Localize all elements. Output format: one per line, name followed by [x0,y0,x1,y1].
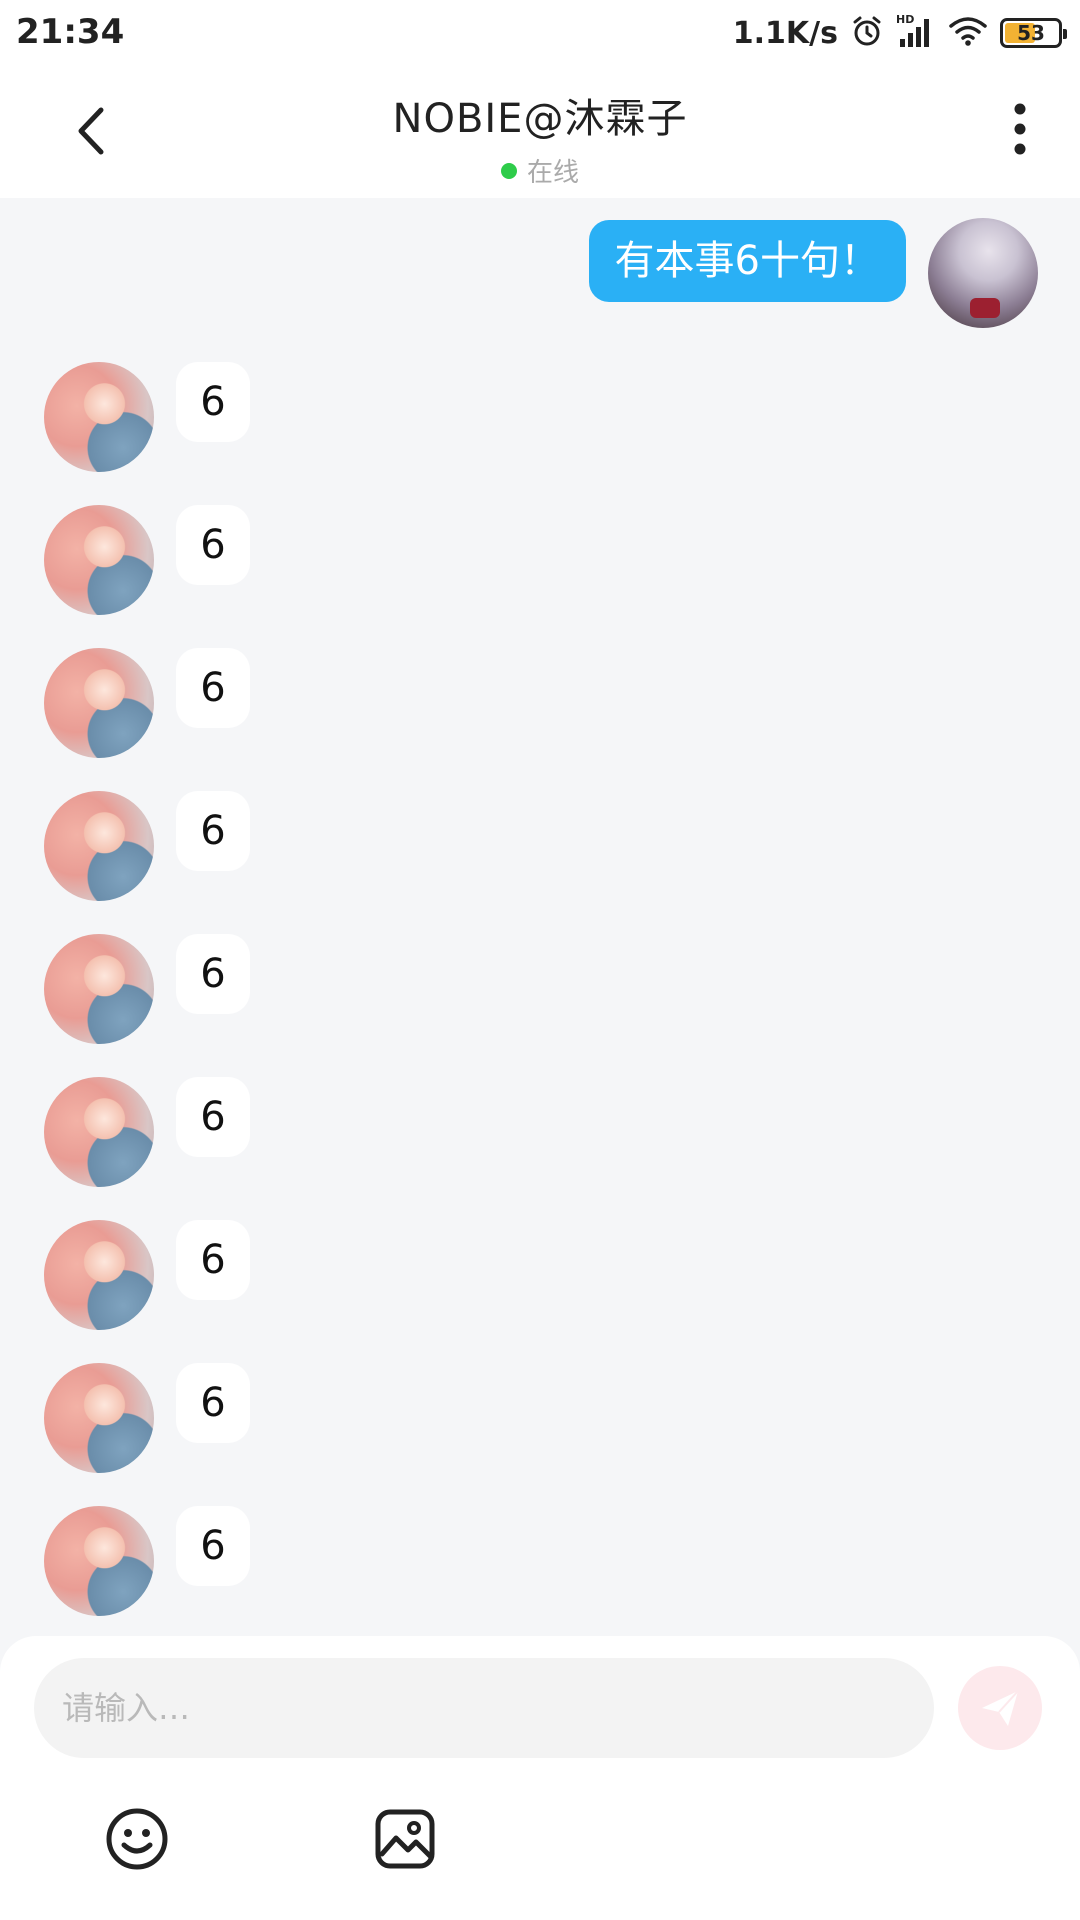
incoming-message: 6 [44,1506,250,1616]
contact-avatar[interactable] [44,934,154,1044]
smiley-icon [106,1808,168,1870]
incoming-message: 6 [44,648,250,758]
incoming-bubble[interactable]: 6 [176,1077,250,1157]
svg-text:HD: HD [896,13,914,26]
incoming-bubble[interactable]: 6 [176,1363,250,1443]
contact-avatar[interactable] [44,648,154,758]
send-button[interactable] [958,1666,1042,1750]
incoming-message: 6 [44,791,250,901]
image-icon [375,1809,435,1869]
incoming-bubble[interactable]: 6 [176,1220,250,1300]
composer-panel [0,1636,1080,1920]
emoji-button[interactable] [102,1804,172,1874]
incoming-message: 6 [44,934,250,1044]
battery-icon: 53 [1000,18,1067,48]
alarm-icon [850,14,884,52]
contact-avatar[interactable] [44,1506,154,1616]
more-options-button[interactable] [990,94,1050,164]
more-vertical-icon [1014,103,1026,155]
presence-label: 在线 [526,158,579,188]
chevron-left-icon [78,107,104,155]
outgoing-bubble[interactable]: 有本事6十句！ [588,220,906,302]
image-button[interactable] [370,1804,440,1874]
contact-avatar[interactable] [44,505,154,615]
back-button[interactable] [60,96,120,166]
network-speed: 1.1K/s [732,15,838,51]
incoming-message: 6 [44,1077,250,1187]
status-time: 21:34 [16,12,125,52]
online-dot-icon [500,162,517,179]
contact-avatar[interactable] [44,362,154,472]
incoming-message: 6 [44,1363,250,1473]
contact-avatar[interactable] [44,1220,154,1330]
incoming-bubble[interactable]: 6 [176,934,250,1014]
wifi-icon [948,15,988,51]
message-list[interactable]: 有本事6十句！ 6 6 6 6 6 6 6 6 6 [0,198,1080,1638]
incoming-message: 6 [44,1220,250,1330]
my-avatar[interactable] [928,218,1038,328]
incoming-bubble[interactable]: 6 [176,648,250,728]
contact-avatar[interactable] [44,1077,154,1187]
battery-level: 53 [1017,21,1045,45]
incoming-message: 6 [44,362,250,472]
outgoing-message: 有本事6十句！ [588,218,1038,328]
hd-signal-icon: HD [896,13,936,53]
incoming-message: 6 [44,505,250,615]
send-icon [982,1690,1019,1726]
incoming-bubble[interactable]: 6 [176,362,250,442]
chat-header: NOBIE@沐霖子 在线 [0,66,1080,198]
presence-status: 在线 [200,152,880,189]
contact-avatar[interactable] [44,1363,154,1473]
incoming-bubble[interactable]: 6 [176,791,250,871]
contact-avatar[interactable] [44,791,154,901]
incoming-bubble[interactable]: 6 [176,1506,250,1586]
chat-title-area: NOBIE@沐霖子 在线 [200,86,880,189]
incoming-bubble[interactable]: 6 [176,505,250,585]
status-bar: 21:34 1.1K/s HD 53 [0,0,1080,66]
message-input[interactable] [34,1658,934,1758]
contact-name: NOBIE@沐霖子 [392,96,688,142]
status-indicators: 1.1K/s HD 53 [732,12,1067,54]
